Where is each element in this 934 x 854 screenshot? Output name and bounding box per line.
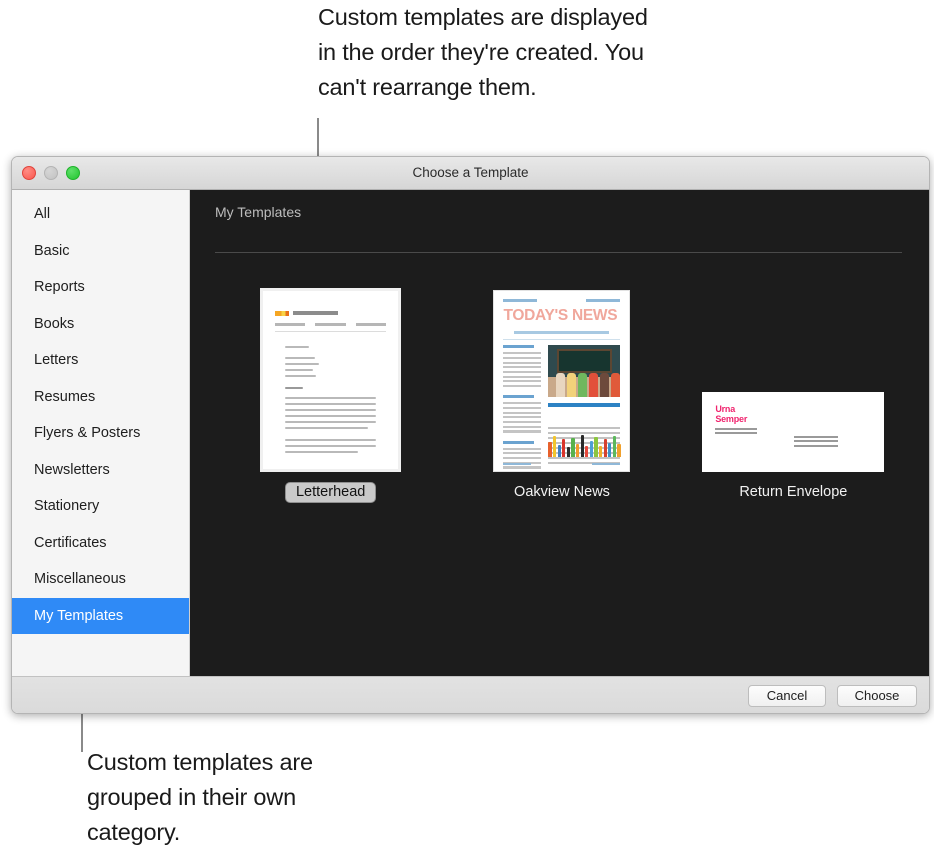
- envelope-logo: Urna Semper: [715, 404, 748, 424]
- template-item-oakview-news[interactable]: TODAY'S NEWS Oakview News: [446, 272, 677, 503]
- sidebar-item-flyers-and-posters[interactable]: Flyers & Posters: [12, 415, 189, 452]
- choose-button[interactable]: Choose: [837, 685, 917, 707]
- envelope-logo-line2: Semper: [715, 413, 748, 424]
- envelope-return-address: [715, 428, 758, 436]
- sidebar-item-basic[interactable]: Basic: [12, 233, 189, 270]
- contact-row: [275, 323, 387, 326]
- newsletter-footer: [503, 462, 621, 465]
- newsletter-subtitle: [514, 331, 610, 334]
- thumbnail-holder: [260, 272, 402, 472]
- window-footer: Cancel Choose: [12, 676, 929, 713]
- sidebar-item-letters[interactable]: Letters: [12, 342, 189, 379]
- company-name-placeholder: [293, 311, 339, 315]
- newsletter-photo: [548, 345, 621, 397]
- sidebar-item-reports[interactable]: Reports: [12, 269, 189, 306]
- newsletter-thumbnail: TODAY'S NEWS: [493, 290, 631, 472]
- envelope-recipient-address: [794, 436, 839, 449]
- sidebar-item-resumes[interactable]: Resumes: [12, 379, 189, 416]
- thumbnail-holder: TODAY'S NEWS: [493, 272, 631, 472]
- choose-template-window: Choose a Template All Basic Reports Book…: [11, 156, 930, 714]
- newsletter-rule: [503, 339, 621, 340]
- template-grid: Letterhead TODAY'S NEWS Oakview News Urn…: [215, 272, 909, 503]
- template-item-return-envelope[interactable]: Urna Semper Return Envelope: [678, 272, 909, 503]
- header-rule: [275, 331, 387, 332]
- template-item-letterhead[interactable]: Letterhead: [215, 272, 446, 503]
- sidebar-item-stationery[interactable]: Stationery: [12, 488, 189, 525]
- template-name-return-envelope[interactable]: Return Envelope: [739, 484, 847, 500]
- section-divider: [215, 252, 902, 253]
- thumbnail-holder: Urna Semper: [702, 272, 885, 472]
- sidebar-item-my-templates[interactable]: My Templates: [12, 597, 189, 634]
- newsletter-topbar: [503, 299, 621, 302]
- company-logo-icon: [275, 311, 290, 316]
- envelope-thumbnail: Urna Semper: [702, 392, 885, 472]
- selection-ring: [260, 288, 402, 472]
- newsletter-left-column: [503, 345, 542, 471]
- sidebar-item-all[interactable]: All: [12, 196, 189, 233]
- category-sidebar[interactable]: All Basic Reports Books Letters Resumes …: [12, 190, 190, 676]
- callout-text-top: Custom templates are displayed in the or…: [318, 4, 648, 100]
- sidebar-item-books[interactable]: Books: [12, 306, 189, 343]
- envelope-logo-line1: Urna: [715, 404, 736, 414]
- newsletter-crayons-image: [548, 435, 621, 457]
- newsletter-masthead: TODAY'S NEWS: [503, 307, 618, 324]
- letterhead-thumbnail: [263, 291, 399, 469]
- template-name-oakview-news[interactable]: Oakview News: [514, 484, 610, 500]
- section-title: My Templates: [215, 204, 302, 220]
- sidebar-item-newsletters[interactable]: Newsletters: [12, 452, 189, 489]
- template-browser: My Templates Letterhead TODAY'S NEWS Oak…: [190, 190, 929, 676]
- window-titlebar: Choose a Template: [12, 157, 929, 190]
- sidebar-item-miscellaneous[interactable]: Miscellaneous: [12, 561, 189, 598]
- window-title: Choose a Template: [412, 165, 529, 180]
- sidebar-item-certificates[interactable]: Certificates: [12, 525, 189, 562]
- callout-text-bottom: Custom templates are grouped in their ow…: [87, 749, 313, 845]
- cancel-button[interactable]: Cancel: [748, 685, 826, 707]
- template-name-letterhead[interactable]: Letterhead: [284, 482, 377, 503]
- newsletter-article-heading: [548, 403, 621, 407]
- window-body: All Basic Reports Books Letters Resumes …: [12, 190, 929, 676]
